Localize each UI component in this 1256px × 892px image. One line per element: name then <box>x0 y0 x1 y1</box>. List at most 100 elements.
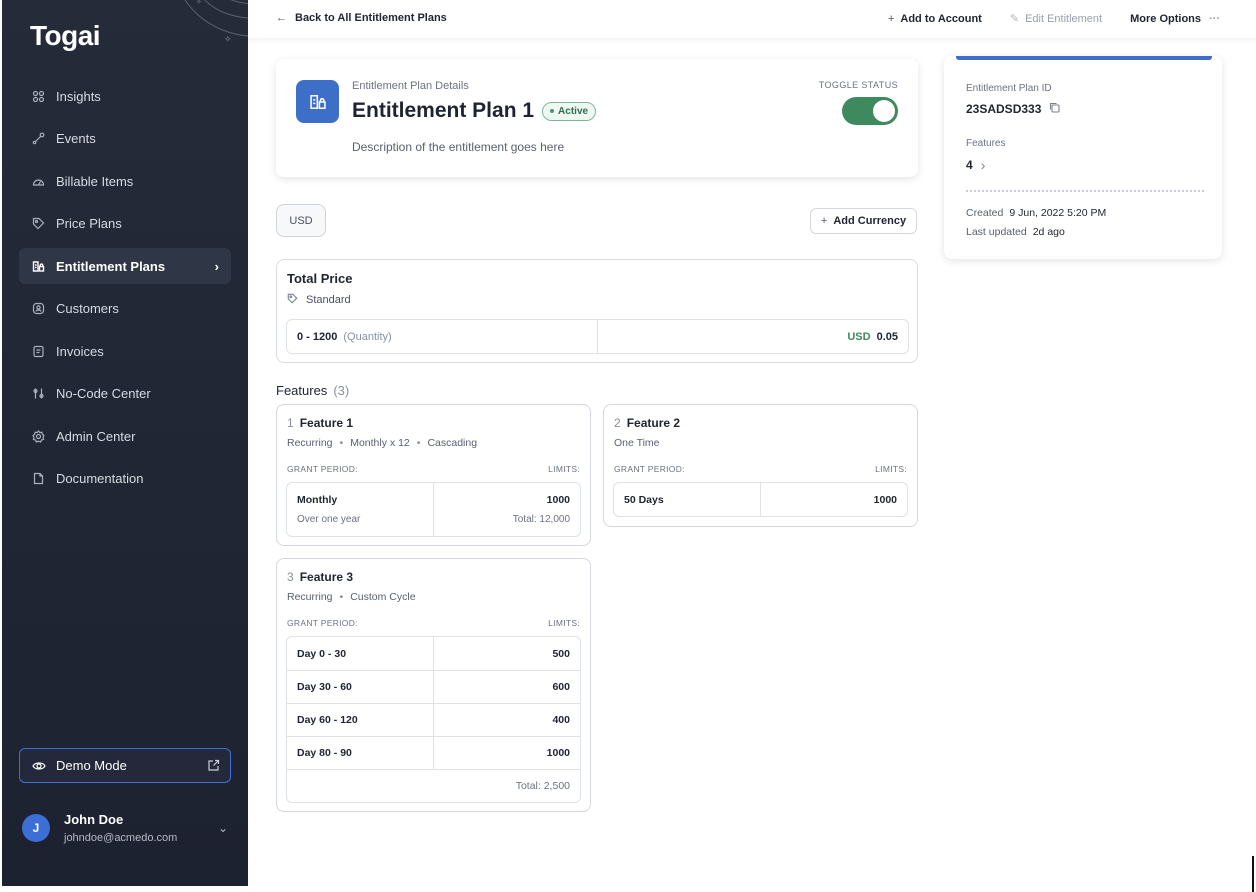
pricing-model: Standard <box>287 293 351 307</box>
grant-period: Day 30 - 60 <box>297 681 352 693</box>
feature-meta: Recurring • Custom Cycle <box>287 591 416 603</box>
divider <box>966 190 1204 192</box>
more-dots-icon: ··· <box>1209 12 1220 25</box>
page-title: Entitlement Plan 1 Active <box>352 99 597 123</box>
tier-unit: (Quantity) <box>343 330 392 343</box>
demo-mode-label: Demo Mode <box>56 758 127 773</box>
arrow-left-icon: ← <box>276 12 287 24</box>
feature-meta: One Time <box>614 437 660 449</box>
feature-title: 3 Feature 3 <box>287 570 353 584</box>
limit-value: 1000 <box>546 747 570 759</box>
grant-period-cell: 50 Days <box>614 483 761 516</box>
sidebar-item-admin-center[interactable]: Admin Center <box>19 418 231 454</box>
limit-cell: 500 <box>434 637 580 670</box>
sidebar-item-billable-items[interactable]: Billable Items <box>19 163 231 199</box>
chevron-right-icon: › <box>214 258 219 274</box>
limit-value: 1000 <box>546 494 570 506</box>
tag-icon <box>31 217 45 231</box>
edit-entitlement-button[interactable]: ✎ Edit Entitlement <box>1009 12 1102 26</box>
sidebar-item-label: Entitlement Plans <box>56 258 166 274</box>
feature-table: 50 Days 1000 <box>613 482 908 517</box>
user-profile[interactable]: J John Doe johndoe@acmedo.com ⌄ <box>22 808 232 848</box>
demo-mode-button[interactable]: Demo Mode <box>19 748 231 783</box>
limit-cell: 1000 Total: 12,000 <box>434 483 580 536</box>
more-options-button[interactable]: More Options ··· <box>1130 13 1220 25</box>
more-options-label: More Options <box>1130 12 1201 25</box>
sidebar-item-insights[interactable]: Insights <box>19 78 231 114</box>
feature-meta-item: One Time <box>614 437 660 449</box>
togai-logo[interactable]: Togai <box>30 20 101 52</box>
features-value: 4 <box>966 158 973 172</box>
sidebar-item-label: Insights <box>56 88 101 104</box>
grant-period-cell: Day 0 - 30 <box>287 637 434 670</box>
sidebar-item-events[interactable]: Events <box>19 121 231 157</box>
top-bar-divider <box>248 38 1256 44</box>
add-currency-button[interactable]: + Add Currency <box>810 208 917 234</box>
window-edge <box>1252 856 1254 892</box>
add-to-account-button[interactable]: + Add to Account <box>888 13 982 25</box>
copy-icon[interactable] <box>1049 102 1060 116</box>
grant-period-label: GRANT PERIOD: <box>287 618 358 628</box>
sidebar-item-customers[interactable]: Customers <box>19 291 231 327</box>
grant-period-label: GRANT PERIOD: <box>287 464 358 474</box>
grant-period-cell: Day 30 - 60 <box>287 671 434 703</box>
plan-id-value: 23SADSD333 <box>966 102 1042 116</box>
gauge-icon <box>31 174 45 188</box>
add-currency-label: Add Currency <box>833 215 907 227</box>
limit-cell: 400 <box>434 704 580 736</box>
pencil-icon: ✎ <box>1009 13 1020 25</box>
add-to-account-label: Add to Account <box>900 12 982 25</box>
external-link-icon <box>207 759 220 772</box>
grant-period-label: GRANT PERIOD: <box>614 464 685 474</box>
grant-period: Day 0 - 30 <box>297 647 347 660</box>
limits-label: LIMITS: <box>548 618 580 628</box>
limit-total: Total: 12,000 <box>512 514 570 525</box>
toggle-knob <box>873 100 895 122</box>
feature-title: 1 Feature 1 <box>287 416 353 430</box>
features-heading: Features (3) <box>276 383 349 398</box>
status-toggle[interactable] <box>842 97 898 125</box>
price-tier-value: USD 0.05 <box>597 320 908 353</box>
status-badge-label: Active <box>558 105 589 117</box>
sidebar-nav: Insights Events Billable Items Price Pla… <box>19 78 231 503</box>
feature-table-header: GRANT PERIOD: LIMITS: <box>287 618 580 628</box>
feature-table-header: GRANT PERIOD: LIMITS: <box>287 464 580 474</box>
chevron-down-icon[interactable]: ⌄ <box>218 821 228 835</box>
customers-icon <box>31 302 45 316</box>
sidebar-item-entitlement-plans[interactable]: Entitlement Plans › <box>19 248 231 284</box>
feature-card-2: 2 Feature 2 One Time GRANT PERIOD: LIMITS:… <box>603 404 918 527</box>
currency-tab-usd[interactable]: USD <box>276 204 326 237</box>
feature-meta-item: Monthly x 12 <box>350 437 410 449</box>
feature-name: Feature 1 <box>299 416 354 430</box>
created-label: Created <box>966 207 1004 219</box>
back-link[interactable]: ← Back to All Entitlement Plans <box>276 12 447 24</box>
plan-details-card: Entitlement Plan ID 23SADSD333 Features … <box>944 56 1222 259</box>
user-email: johndoe@acmedo.com <box>64 832 178 844</box>
grant-period-cell: Day 60 - 120 <box>287 704 434 736</box>
entitlement-icon <box>31 259 45 273</box>
features-heading-label: Features <box>276 383 328 398</box>
limit-value: 400 <box>552 714 570 726</box>
feature-meta-item: Recurring <box>287 437 333 449</box>
entitlement-plan-icon <box>296 80 339 123</box>
plan-subtitle: Entitlement Plan Details <box>352 80 469 92</box>
limits-label: LIMITS: <box>548 464 580 474</box>
admin-icon <box>31 429 45 443</box>
limit-value: 1000 <box>873 493 897 506</box>
sidebar-item-price-plans[interactable]: Price Plans <box>19 206 231 242</box>
avatar: J <box>22 814 50 842</box>
total-price-title: Total Price <box>287 271 353 286</box>
sidebar-item-documentation[interactable]: Documentation <box>19 461 231 497</box>
grant-period: 50 Days <box>624 493 664 506</box>
grant-period: Day 80 - 90 <box>297 747 352 759</box>
sidebar-item-invoices[interactable]: Invoices <box>19 333 231 369</box>
feature-meta-item: Custom Cycle <box>350 591 416 603</box>
updated-row: Last updated 2d ago <box>966 226 1065 238</box>
back-link-label: Back to All Entitlement Plans <box>295 12 447 24</box>
separator-dot: • <box>339 591 344 603</box>
table-row: Day 60 - 120 400 <box>287 703 580 736</box>
grant-period-cell: Day 80 - 90 <box>287 737 434 769</box>
grant-period-sub: Over one year <box>297 514 361 525</box>
sidebar-item-no-code-center[interactable]: No-Code Center <box>19 376 231 412</box>
features-link[interactable]: 4 › <box>966 157 985 173</box>
